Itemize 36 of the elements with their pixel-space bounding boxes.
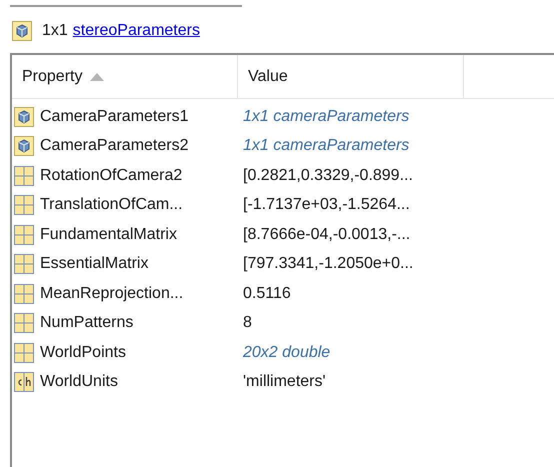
property-name: FundamentalMatrix	[40, 224, 177, 245]
property-name: TranslationOfCam...	[40, 195, 183, 216]
property-value: 1x1 cameraParameters	[242, 136, 410, 156]
grid-icon	[14, 254, 34, 274]
grid-icon	[14, 166, 34, 186]
property-value: 20x2 double	[242, 342, 330, 363]
property-name: EssentialMatrix	[40, 254, 148, 274]
property-name: RotationOfCamera2	[40, 166, 182, 186]
grid-icon	[14, 224, 34, 245]
grid-icon	[14, 284, 34, 304]
size-label: 1x1	[42, 21, 68, 41]
property-value: [0.2821,0.3329,-0.899...	[242, 166, 413, 186]
sort-up-icon	[90, 72, 104, 80]
property-name: MeanReprojection...	[40, 284, 184, 304]
cube-icon	[14, 136, 34, 156]
column-header[interactable]: Property	[12, 55, 238, 98]
char-icon	[14, 372, 34, 392]
property-name: NumPatterns	[40, 313, 134, 334]
class-link[interactable]: stereoParameters	[72, 19, 200, 43]
column-header[interactable]: Value	[238, 55, 464, 98]
property-name: CameraParameters1	[40, 106, 188, 127]
grid-icon	[14, 313, 34, 334]
grid-icon	[14, 342, 34, 363]
property-value: 'millimeters'	[242, 372, 326, 392]
grid-icon	[14, 195, 34, 216]
property-name: WorldUnits	[40, 372, 118, 392]
cube-icon	[14, 106, 34, 127]
property-value: [8.7666e-04,-0.0013,-...	[242, 224, 410, 245]
property-value: 8	[242, 313, 252, 334]
property-name: WorldPoints	[40, 342, 126, 363]
property-value: 1x1 cameraParameters	[242, 106, 410, 127]
property-value: [797.3341,-1.2050e+0...	[242, 254, 414, 274]
cube-icon	[12, 21, 32, 41]
property-name: CameraParameters2	[40, 136, 188, 156]
property-value: [-1.7137e+03,-1.5264...	[242, 195, 410, 216]
property-value: 0.5116	[242, 284, 291, 304]
